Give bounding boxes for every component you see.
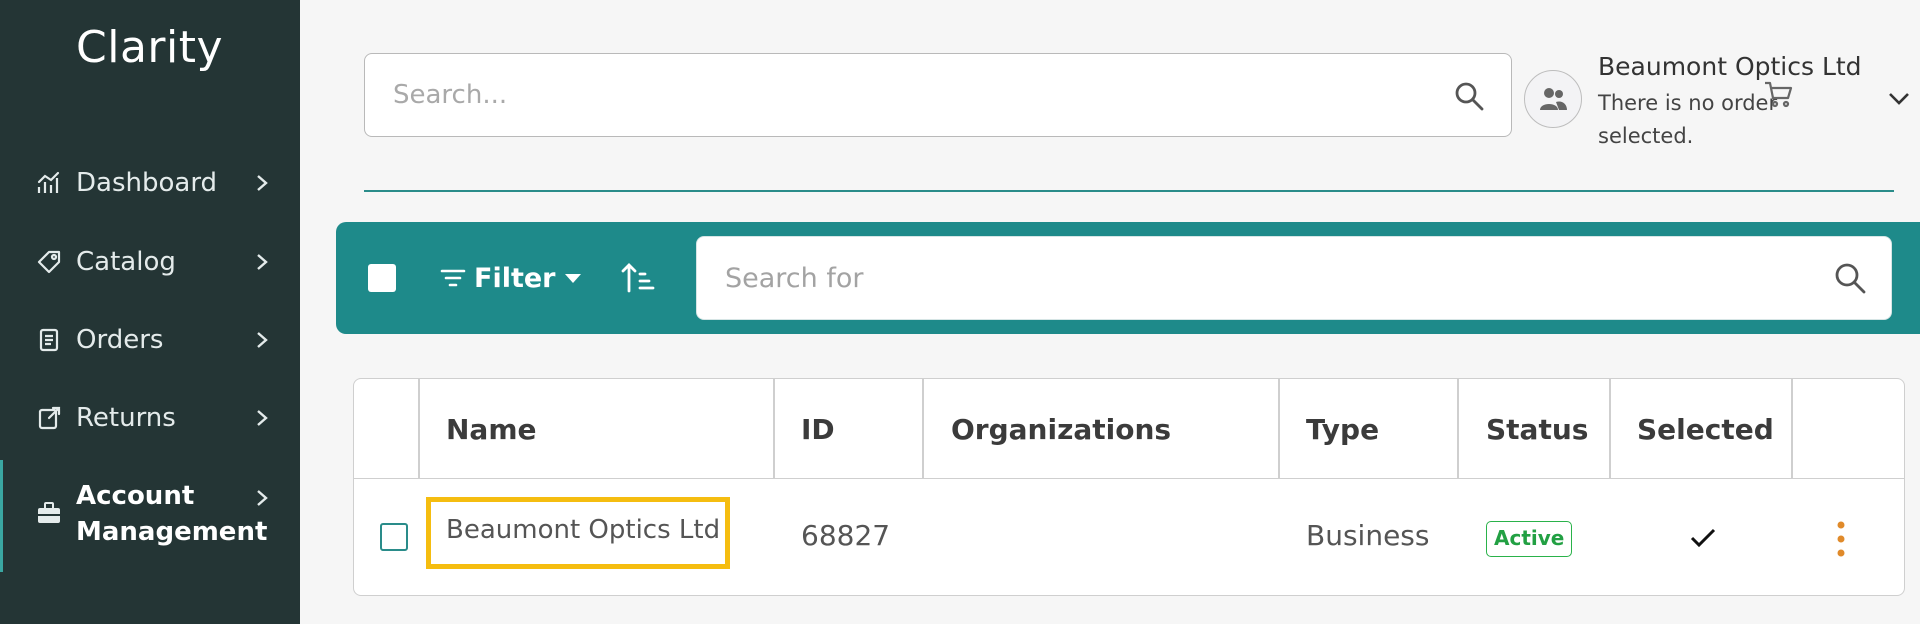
sidebar-item-label: Account Management [76, 481, 268, 547]
app-logo: Clarity [76, 22, 224, 73]
sort-icon[interactable] [620, 260, 656, 296]
sidebar-item-label: Dashboard [76, 168, 218, 198]
list-search-input[interactable] [725, 257, 1805, 299]
column-divider [418, 379, 420, 479]
active-indicator [0, 460, 3, 572]
global-search [364, 53, 1512, 137]
column-header-status[interactable]: Status [1486, 413, 1588, 446]
filter-label: Filter [474, 262, 556, 294]
sidebar-item-catalog[interactable]: Catalog [0, 232, 300, 292]
column-divider [1278, 379, 1280, 479]
checkmark-icon [1686, 521, 1720, 555]
cart-icon[interactable] [1762, 78, 1796, 112]
column-divider [1457, 379, 1459, 479]
account-type: Business [1306, 519, 1430, 552]
chevron-right-icon [252, 408, 272, 428]
more-options-icon[interactable] [1834, 519, 1848, 559]
search-input[interactable] [393, 74, 1413, 116]
column-divider [773, 379, 775, 479]
tag-icon [36, 249, 62, 275]
sidebar-item-returns[interactable]: Returns [0, 388, 300, 448]
chevron-right-icon [252, 488, 272, 508]
document-icon [36, 327, 62, 353]
column-divider [922, 379, 924, 479]
row-checkbox[interactable] [380, 523, 408, 551]
filter-icon [440, 269, 466, 287]
table-header: Name ID Organizations Type Status Select… [354, 379, 1904, 479]
return-icon [36, 405, 62, 431]
list-toolbar: Filter [336, 222, 1920, 334]
chevron-right-icon [252, 330, 272, 350]
account-name: Beaumont Optics Ltd [1598, 52, 1862, 81]
account-switcher[interactable]: Beaumont Optics Ltd There is no order se… [1522, 50, 1920, 150]
column-divider [1609, 379, 1611, 479]
list-search [696, 236, 1892, 320]
sidebar-item-label: Catalog [76, 247, 176, 277]
account-name-link[interactable]: Beaumont Optics Ltd [446, 515, 720, 545]
caret-down-icon [564, 274, 581, 283]
column-header-name[interactable]: Name [446, 413, 537, 446]
chevron-right-icon [252, 173, 272, 193]
sidebar-item-account-management[interactable]: Account Management [0, 460, 300, 572]
accounts-table: Name ID Organizations Type Status Select… [353, 378, 1905, 596]
chart-icon [36, 170, 62, 196]
status-badge: Active [1486, 521, 1573, 557]
filter-button[interactable]: Filter [440, 258, 582, 298]
search-icon[interactable] [1453, 80, 1485, 112]
chevron-right-icon [252, 252, 272, 272]
column-header-id[interactable]: ID [801, 413, 835, 446]
table-row[interactable]: Beaumont Optics Ltd 68827 Business Activ… [354, 479, 1904, 595]
avatar[interactable] [1524, 70, 1582, 128]
header-divider [364, 190, 1894, 192]
chevron-down-icon[interactable] [1884, 84, 1914, 114]
sidebar-item-dashboard[interactable]: Dashboard [0, 153, 300, 213]
column-header-selected[interactable]: Selected [1637, 413, 1774, 446]
account-id: 68827 [801, 519, 891, 552]
search-icon[interactable] [1833, 261, 1867, 295]
sidebar-item-orders[interactable]: Orders [0, 310, 300, 370]
sidebar-item-label: Returns [76, 403, 176, 433]
sidebar: Clarity Dashboard Catalog Orders Returns… [0, 0, 300, 624]
select-all-checkbox[interactable] [368, 264, 396, 292]
briefcase-icon [36, 500, 62, 526]
column-divider [1791, 379, 1793, 479]
sidebar-item-label: Orders [76, 325, 164, 355]
column-header-type[interactable]: Type [1306, 413, 1379, 446]
column-header-organizations[interactable]: Organizations [951, 413, 1171, 446]
